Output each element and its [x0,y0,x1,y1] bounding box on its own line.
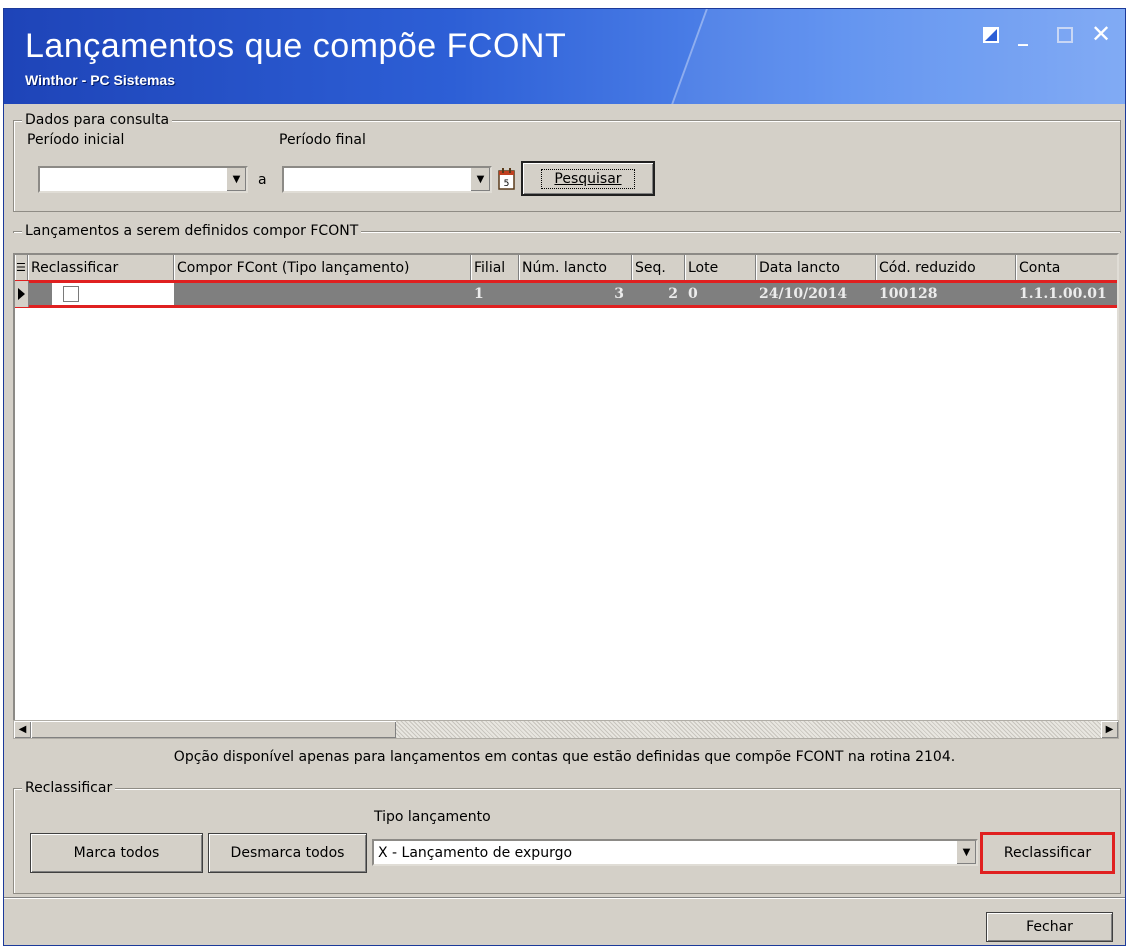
periodo-inicial-input[interactable]: ▼ [38,166,248,193]
chevron-down-icon[interactable]: ▼ [956,841,976,864]
reclassificar-checkbox[interactable] [63,286,79,302]
main-window: Lançamentos que compõe FCONT Winthor - P… [3,8,1126,946]
column-header-cod-reduzido[interactable]: Cód. reduzido [876,255,1016,281]
chevron-down-icon[interactable]: ▼ [470,168,490,191]
scroll-right-icon[interactable]: ▶ [1101,721,1118,738]
info-text: Opção disponível apenas para lançamentos… [173,749,956,765]
tipo-lancamento-select[interactable]: X - Lançamento de expurgo ▼ [372,839,978,866]
reclassificar-button[interactable]: Reclassificar [980,832,1115,874]
window-subtitle: Winthor - PC Sistemas [25,72,176,88]
periodo-final-label: Período final [279,132,366,148]
chevron-down-icon[interactable]: ▼ [226,168,246,191]
column-header-filial[interactable]: Filial [471,255,519,281]
cell-filial[interactable]: 1 [474,281,519,307]
minimize-icon[interactable]: _ [1012,23,1034,45]
column-header-num-lancto[interactable]: Núm. lancto [519,255,632,281]
column-header-conta[interactable]: Conta [1016,255,1117,281]
pesquisar-button[interactable]: Pesquisar [521,161,655,196]
window-title: Lançamentos que compõe FCONT [25,27,567,65]
periodo-inicial-label: Período inicial [27,132,125,148]
lancamentos-group: Lançamentos a serem definidos compor FCO… [13,223,1121,239]
grid-header: ☰ Reclassificar Compor FCont (Tipo lança… [15,255,1117,282]
table-row[interactable]: 1 3 2 0 24/10/2014 100128 1.1.1.00.01 [15,280,1117,308]
column-header-data-lancto[interactable]: Data lancto [756,255,876,281]
tipo-lancamento-label: Tipo lançamento [374,809,491,825]
marca-todos-button[interactable]: Marca todos [30,833,203,873]
cell-lote[interactable]: 0 [688,281,756,307]
row-indicator-icon [15,281,29,307]
footer-separator [4,897,1125,898]
horizontal-scrollbar[interactable]: ◀ ▶ [13,720,1119,739]
consulta-group-title: Dados para consulta [22,112,173,128]
lancamentos-grid[interactable]: ☰ Reclassificar Compor FCont (Tipo lança… [13,253,1119,725]
column-header-compor[interactable]: Compor FCont (Tipo lançamento) [174,255,471,281]
cell-compor[interactable] [174,281,471,307]
periodo-final-input[interactable]: ▼ [282,166,492,193]
svg-text:5: 5 [504,179,510,189]
title-bar[interactable]: Lançamentos que compõe FCONT Winthor - P… [4,9,1125,104]
cell-data-lancto[interactable]: 24/10/2014 [759,281,876,307]
desmarca-todos-button[interactable]: Desmarca todos [208,833,367,873]
calendar-icon[interactable]: 5 [496,167,518,192]
scrollbar-track[interactable] [396,721,1101,738]
scroll-left-icon[interactable]: ◀ [14,721,31,738]
period-connector: a [258,172,267,188]
cell-cod-reduzido[interactable]: 100128 [879,281,1016,307]
cell-conta[interactable]: 1.1.1.00.01 [1019,281,1117,307]
close-icon[interactable]: ✕ [1090,22,1112,46]
column-header-reclassificar[interactable]: Reclassificar [28,255,174,281]
cell-num-lancto[interactable]: 3 [519,281,624,307]
reclassificar-group-title: Reclassificar [22,780,116,796]
column-header-lote[interactable]: Lote [685,255,756,281]
lancamentos-group-title: Lançamentos a serem definidos compor FCO… [22,223,362,239]
restore-icon[interactable] [980,23,1002,45]
column-options-icon[interactable]: ☰ [15,255,28,281]
cell-seq[interactable]: 2 [632,281,678,307]
maximize-icon[interactable] [1054,23,1076,45]
column-header-seq[interactable]: Seq. [632,255,685,281]
fechar-button[interactable]: Fechar [986,912,1113,942]
scrollbar-thumb[interactable] [31,721,396,738]
